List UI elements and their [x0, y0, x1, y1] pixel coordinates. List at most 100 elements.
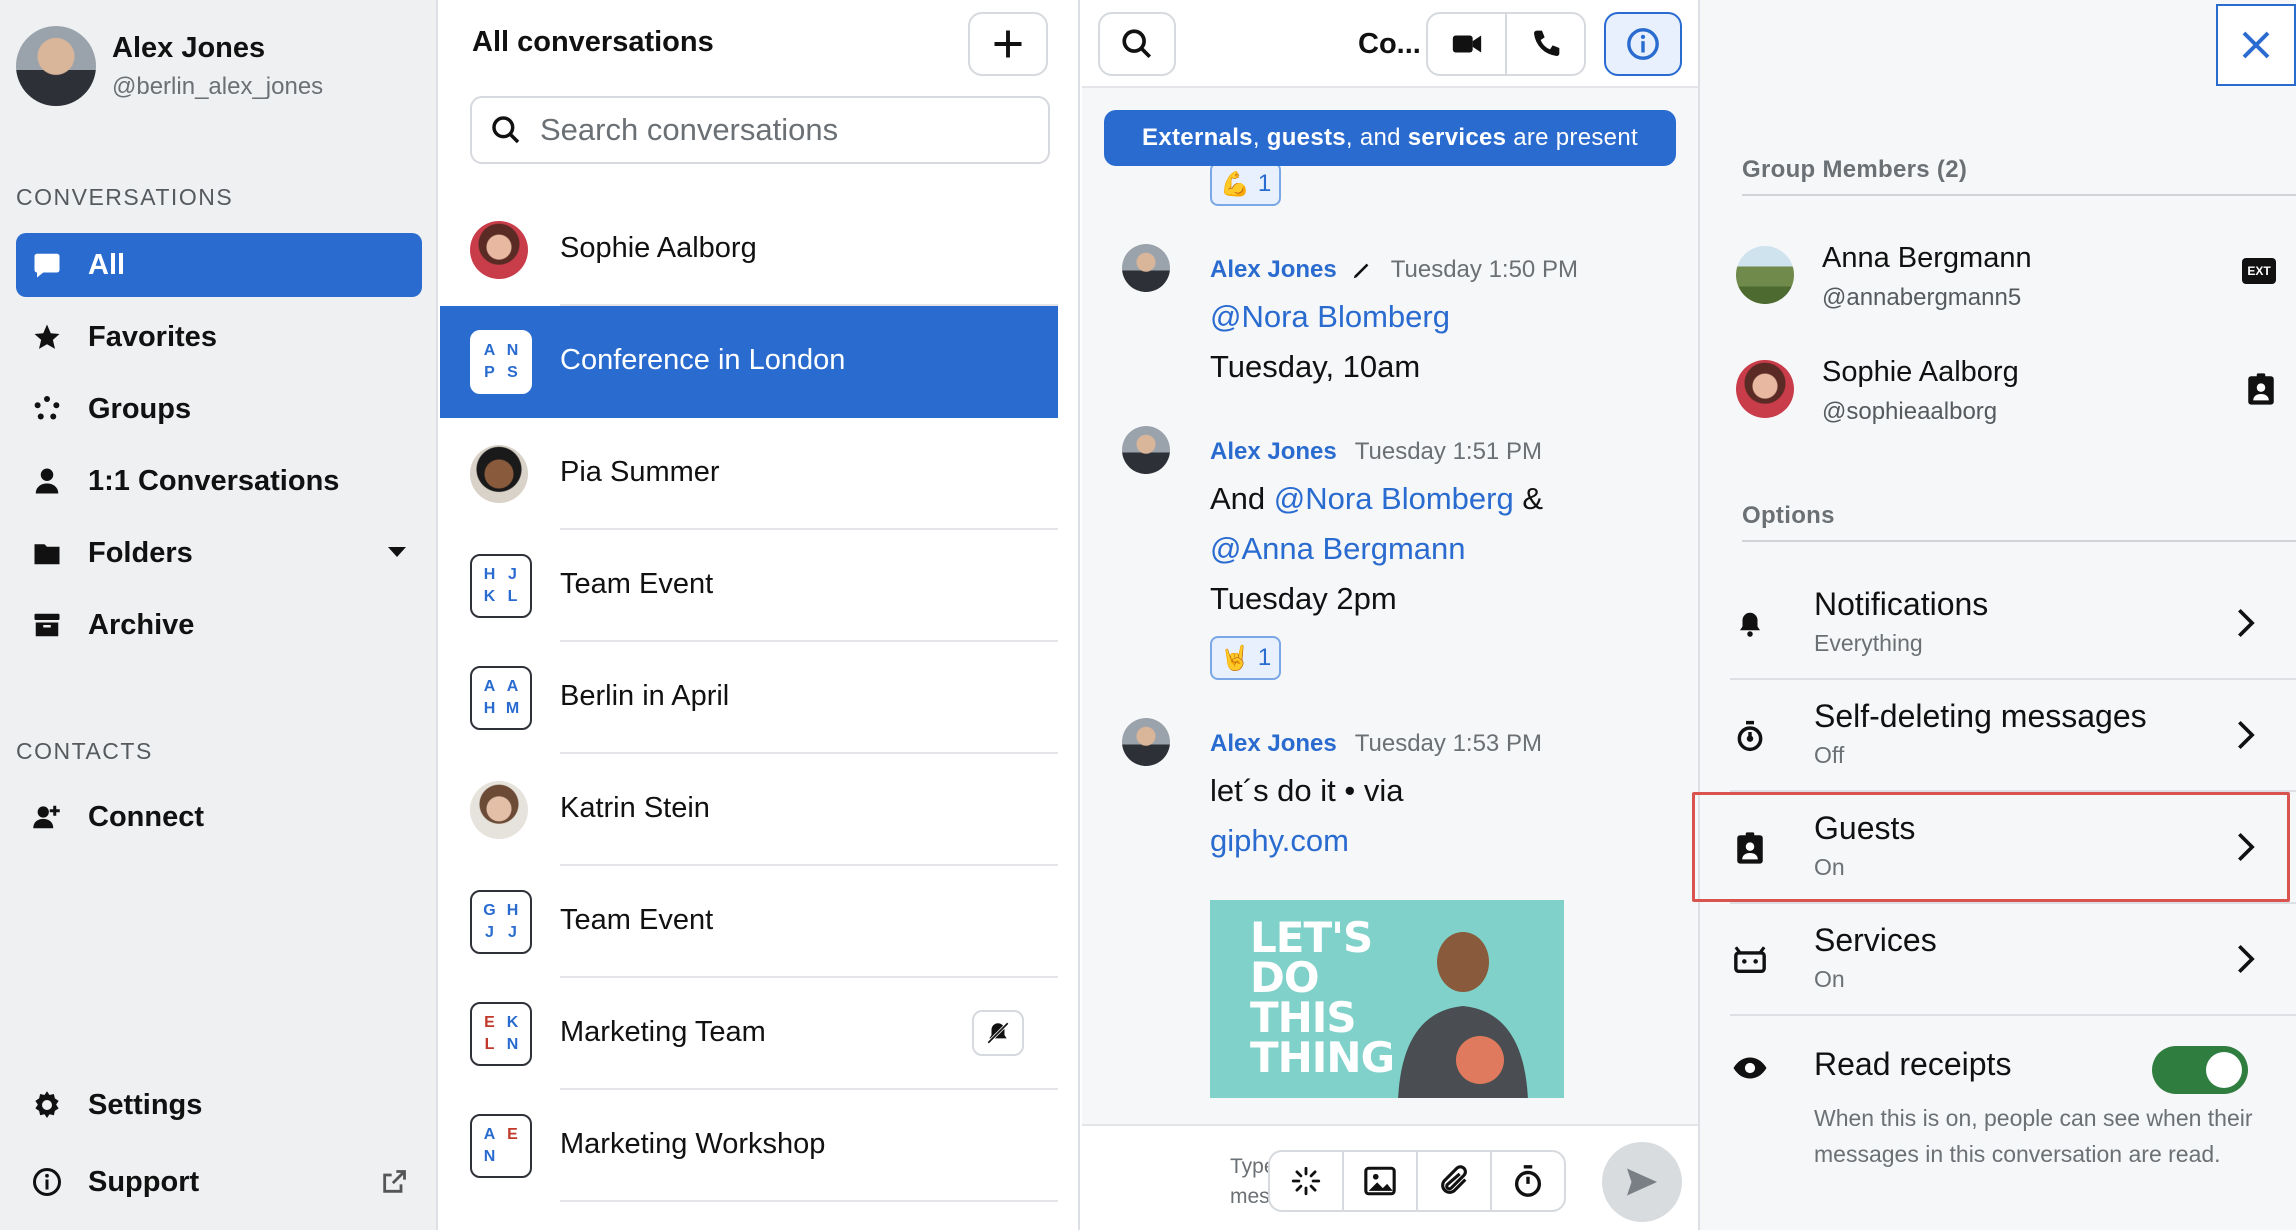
avatar-letter: S	[507, 364, 518, 381]
group-avatar: A E N	[470, 1114, 532, 1178]
close-button[interactable]	[2216, 4, 2296, 86]
folder-icon	[30, 536, 64, 570]
avatar[interactable]	[1122, 426, 1170, 474]
avatar	[1736, 360, 1794, 418]
message-time: Tuesday 1:51 PM	[1354, 438, 1542, 465]
option-label: Self-deleting messages	[1814, 698, 2147, 734]
conversation-row[interactable]: Sophie Aalborg	[440, 194, 1058, 306]
member-row[interactable]: Anna Bergmann @annabergmann5 EXT	[1736, 226, 2276, 326]
message-author[interactable]: Alex Jones	[1210, 256, 1337, 284]
chevron-right-icon	[2238, 944, 2255, 974]
mention[interactable]: @Nora Blomberg	[1210, 299, 1450, 334]
reaction-emoji: 💪	[1220, 170, 1250, 198]
timer-button[interactable]	[1492, 1152, 1564, 1210]
avatar-letter: N	[483, 1148, 496, 1165]
avatar-letter: N	[506, 1036, 519, 1053]
banner-text: ,	[1252, 124, 1267, 151]
image-button[interactable]	[1344, 1152, 1418, 1210]
avatar	[1736, 246, 1794, 304]
member-name: Sophie Aalborg	[1822, 356, 2019, 388]
avatar[interactable]	[1122, 244, 1170, 292]
message-text: And	[1210, 481, 1274, 516]
message-line: Tuesday 2pm	[1210, 581, 1397, 616]
message-text: &	[1513, 481, 1544, 516]
sidebar: Alex Jones @berlin_alex_jones CONVERSATI…	[0, 0, 438, 1230]
group-avatar: H J K L	[470, 554, 532, 618]
message-composer: Type a message	[1082, 1124, 1698, 1230]
message-time: Tuesday 1:53 PM	[1354, 730, 1542, 757]
search-input[interactable]	[540, 112, 1020, 148]
sidebar-item-all[interactable]: All	[16, 233, 422, 297]
conversation-name: Pia Summer	[560, 456, 720, 488]
video-call-button[interactable]	[1428, 14, 1507, 74]
chevron-right-icon	[2238, 608, 2255, 638]
avatar[interactable]	[16, 26, 96, 106]
conversation-info-button[interactable]	[1604, 12, 1682, 76]
reaction-badge[interactable]: 💪 1	[1210, 162, 1282, 206]
banner-text: , and	[1345, 124, 1408, 151]
chevron-down-icon[interactable]	[388, 547, 406, 557]
sidebar-item-label: Groups	[88, 392, 192, 425]
highlight-box	[1692, 792, 2290, 902]
sidebar-item-support[interactable]: Support	[16, 1150, 422, 1214]
sidebar-item-connect[interactable]: Connect	[16, 785, 422, 849]
link[interactable]: giphy.com	[1210, 823, 1349, 858]
conversation-row[interactable]: E K L N Marketing Team	[440, 978, 1058, 1090]
sidebar-item-folders[interactable]: Folders	[16, 521, 422, 585]
search-conversations[interactable]	[470, 96, 1050, 164]
message-body: And @Nora Blomberg & @Anna Bergmann Tues…	[1210, 474, 1650, 624]
search-button[interactable]	[1098, 12, 1176, 76]
conversation-row[interactable]: A A H M Berlin in April	[440, 642, 1058, 754]
option-self-deleting-messages[interactable]: Self-deleting messages Off	[1730, 682, 2296, 792]
conversation-row[interactable]: H J K L Team Event	[440, 530, 1058, 642]
message-line: let´s do it • via	[1210, 773, 1404, 808]
option-label: Services	[1814, 922, 1937, 958]
conversation-row[interactable]: A E N Marketing Workshop	[440, 1090, 1058, 1202]
call-button-group	[1426, 12, 1586, 76]
gif-caption-line: THIS	[1250, 993, 1357, 1042]
read-receipts-toggle[interactable]	[2152, 1046, 2248, 1094]
attachment-button[interactable]	[1418, 1152, 1492, 1210]
message-author[interactable]: Alex Jones	[1210, 730, 1337, 758]
sidebar-item-groups[interactable]: Groups	[16, 377, 422, 441]
bell-icon	[1730, 604, 1770, 644]
conversation-row[interactable]: A N P S Conference in London	[440, 306, 1058, 418]
chat-bubble-icon	[30, 248, 64, 282]
muted-badge[interactable]	[972, 1010, 1024, 1056]
option-notifications[interactable]: Notifications Everything	[1730, 570, 2296, 680]
video-camera-icon	[1452, 35, 1481, 53]
giphy-button[interactable]	[1270, 1152, 1344, 1210]
conversation-row[interactable]: Katrin Stein	[440, 754, 1058, 866]
conversation-details-panel: Group Members (2) Anna Bergmann @annaber…	[1698, 0, 2296, 1230]
divider	[1742, 194, 2296, 196]
person-icon	[30, 464, 64, 498]
conversation-row[interactable]: Pia Summer	[440, 418, 1058, 530]
group-avatar: E K L N	[470, 1002, 532, 1066]
option-services[interactable]: Services On	[1730, 906, 2296, 1016]
user-profile[interactable]: Alex Jones @berlin_alex_jones	[16, 24, 323, 108]
guest-badge-icon	[2248, 373, 2274, 405]
send-button[interactable]	[1602, 1142, 1682, 1222]
message-header: Alex Jones Tuesday 1:51 PM	[1210, 438, 1542, 466]
message-author[interactable]: Alex Jones	[1210, 438, 1337, 466]
avatar-letter: K	[483, 588, 496, 605]
sidebar-item-favorites[interactable]: Favorites	[16, 305, 422, 369]
sidebar-item-settings[interactable]: Settings	[16, 1073, 422, 1137]
audio-call-button[interactable]	[1507, 14, 1584, 74]
avatar[interactable]	[1122, 718, 1170, 766]
option-value: Off	[1814, 742, 1845, 768]
mention[interactable]: @Nora Blomberg	[1274, 481, 1514, 516]
reaction-badge[interactable]: 🤘 1	[1210, 636, 1282, 680]
member-row[interactable]: Sophie Aalborg @sophieaalborg	[1736, 340, 2276, 440]
sidebar-item-archive[interactable]: Archive	[16, 593, 422, 657]
avatar-letter: A	[483, 678, 496, 695]
gif-image[interactable]: LET'S DO THIS THING	[1210, 900, 1564, 1098]
mention[interactable]: @Anna Bergmann	[1210, 531, 1466, 566]
avatar-letter: P	[484, 364, 495, 381]
timer-icon	[1730, 716, 1770, 756]
avatar-letter: A	[483, 342, 496, 359]
new-conversation-button[interactable]	[968, 12, 1048, 76]
sidebar-item-1-1-conversations[interactable]: 1:1 Conversations	[16, 449, 422, 513]
timer-icon	[1514, 1165, 1542, 1197]
conversation-row[interactable]: G H J J Team Event	[440, 866, 1058, 978]
